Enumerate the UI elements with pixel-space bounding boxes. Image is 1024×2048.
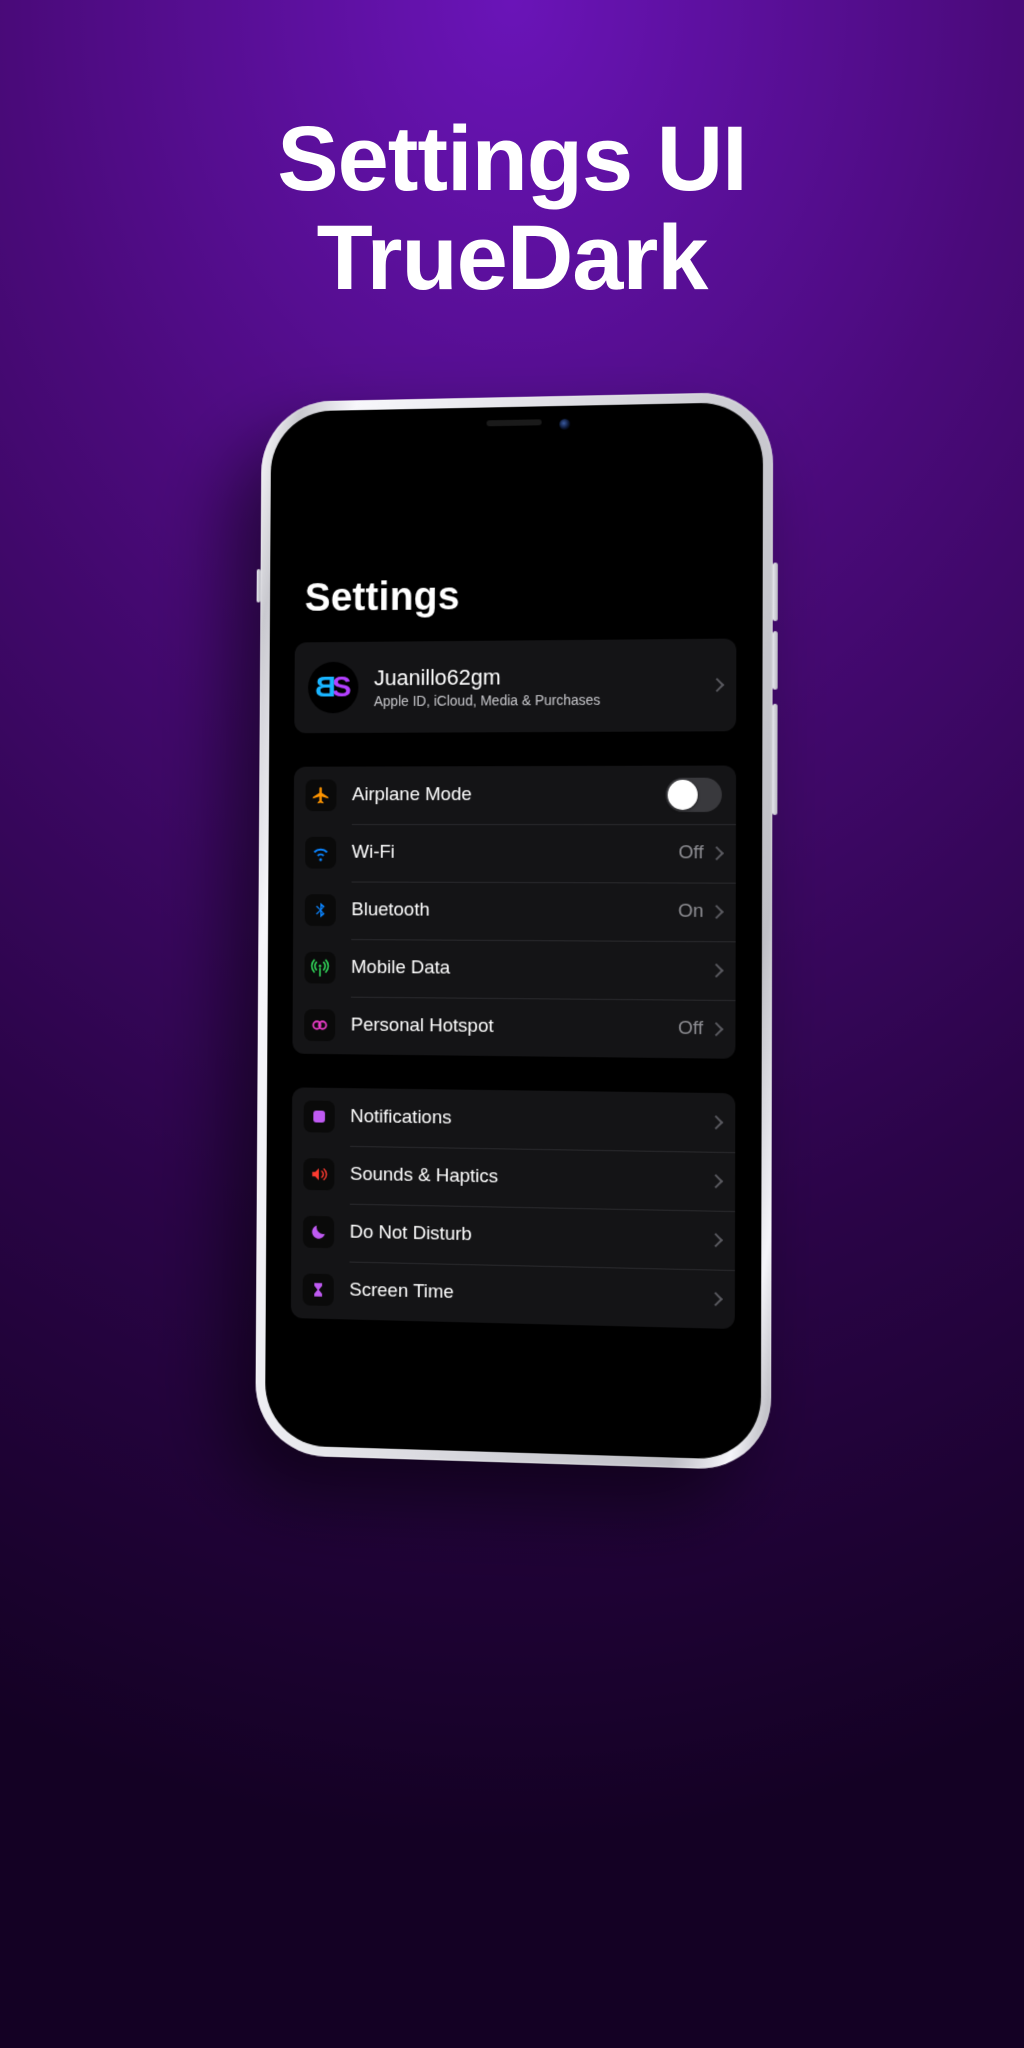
row-label: Bluetooth — [351, 899, 678, 922]
bluetooth-icon — [305, 894, 336, 926]
chevron-right-icon — [709, 905, 723, 919]
profile-group: BS Juanillo62gm Apple ID, iCloud, Media … — [294, 639, 736, 734]
wifi-row[interactable]: Wi-Fi Off — [293, 824, 736, 883]
row-label: Airplane Mode — [352, 784, 666, 806]
chevron-right-icon — [708, 1292, 722, 1306]
mute-switch — [257, 569, 261, 602]
marketing-headline: Settings UI TrueDark — [0, 110, 1024, 309]
chevron-right-icon — [709, 1174, 723, 1188]
sound-icon — [303, 1158, 334, 1190]
profile-name: Juanillo62gm — [374, 664, 601, 691]
volume-down-button — [773, 631, 778, 690]
chevron-right-icon — [710, 678, 724, 692]
wifi-icon — [305, 837, 336, 869]
moon-icon — [303, 1216, 334, 1249]
profile-text: Juanillo62gm Apple ID, iCloud, Media & P… — [374, 664, 601, 709]
settings-screen: Settings BS Juanillo62gm Apple ID, iClou… — [279, 420, 749, 1441]
avatar: BS — [308, 662, 359, 714]
connectivity-group: Airplane Mode Wi-Fi Off — [292, 766, 736, 1059]
hotspot-icon — [304, 1009, 335, 1041]
screen-time-row[interactable]: Screen Time — [291, 1260, 735, 1329]
row-value: Off — [678, 842, 703, 864]
headline-line-1: Settings UI — [0, 110, 1024, 209]
airplane-icon — [305, 779, 336, 811]
chevron-right-icon — [709, 1233, 723, 1247]
row-label: Sounds & Haptics — [350, 1164, 711, 1192]
chevron-right-icon — [710, 846, 724, 860]
row-label: Wi-Fi — [352, 842, 679, 865]
personal-hotspot-row[interactable]: Personal Hotspot Off — [292, 996, 735, 1059]
power-button — [772, 704, 777, 815]
airplane-mode-row[interactable]: Airplane Mode — [294, 766, 736, 825]
notifications-icon — [304, 1100, 335, 1132]
row-label: Do Not Disturb — [350, 1222, 711, 1252]
row-label: Personal Hotspot — [351, 1015, 678, 1040]
mobile-data-row[interactable]: Mobile Data — [293, 939, 736, 1000]
phone-frame: Settings BS Juanillo62gm Apple ID, iClou… — [255, 392, 773, 1471]
phone-stage: Settings BS Juanillo62gm Apple ID, iClou… — [252, 395, 772, 1460]
volume-up-button — [773, 563, 778, 622]
row-value: On — [678, 901, 704, 923]
phone-notch — [416, 405, 613, 441]
system-group: Notifications Sounds & Haptics — [291, 1087, 735, 1329]
row-label: Screen Time — [349, 1280, 710, 1311]
row-value: Off — [678, 1018, 703, 1040]
chevron-right-icon — [709, 1022, 723, 1036]
apple-id-row[interactable]: BS Juanillo62gm Apple ID, iCloud, Media … — [294, 639, 736, 734]
headline-line-2: TrueDark — [0, 209, 1024, 308]
phone-bezel: Settings BS Juanillo62gm Apple ID, iClou… — [265, 402, 763, 1461]
antenna-icon — [304, 952, 335, 984]
dnd-row[interactable]: Do Not Disturb — [291, 1203, 735, 1270]
front-camera — [559, 419, 570, 430]
chevron-right-icon — [709, 1115, 723, 1129]
bluetooth-row[interactable]: Bluetooth On — [293, 881, 736, 941]
row-label: Mobile Data — [351, 957, 711, 982]
profile-subtitle: Apple ID, iCloud, Media & Purchases — [374, 692, 601, 709]
page-title: Settings — [283, 571, 748, 635]
chevron-right-icon — [709, 963, 723, 977]
airplane-mode-toggle[interactable] — [666, 778, 722, 812]
sounds-row[interactable]: Sounds & Haptics — [292, 1145, 736, 1211]
notifications-row[interactable]: Notifications — [292, 1087, 735, 1152]
row-label: Notifications — [350, 1106, 711, 1133]
hourglass-icon — [303, 1273, 334, 1306]
